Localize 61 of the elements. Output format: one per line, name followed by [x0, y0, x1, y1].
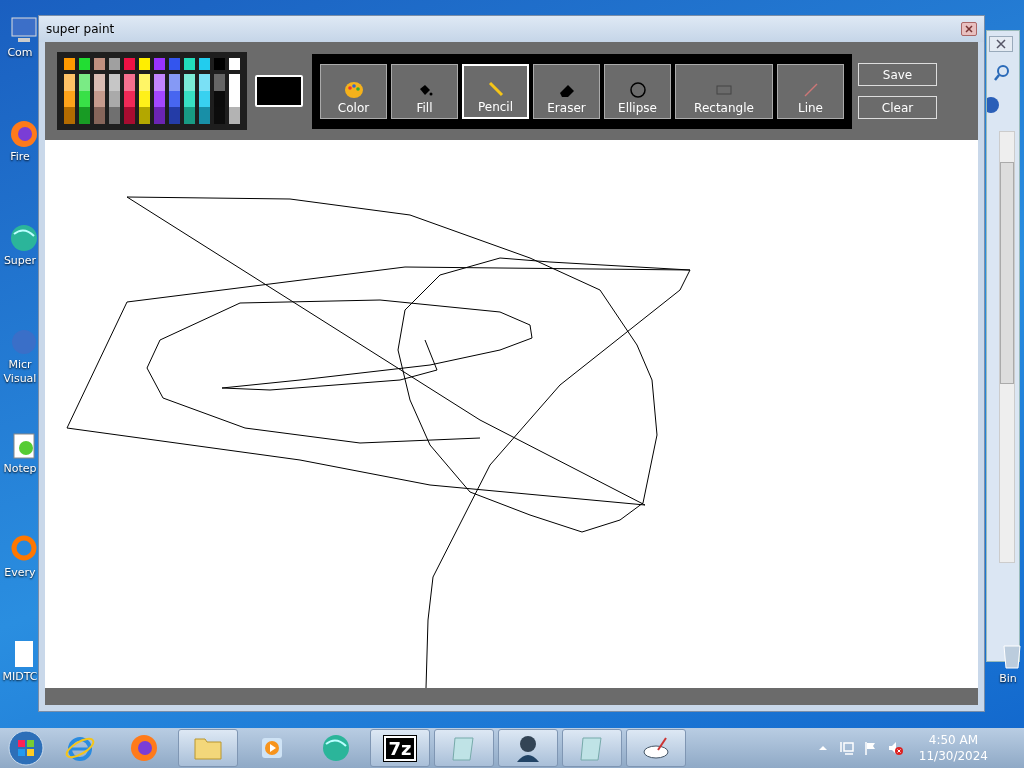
color-swatch[interactable]	[79, 58, 90, 70]
tool-button[interactable]: Fill	[391, 63, 458, 119]
icon-label: Fire	[10, 150, 30, 164]
tool-button[interactable]: Line	[777, 63, 844, 119]
shade-bar[interactable]	[214, 74, 225, 124]
color-swatch[interactable]	[154, 58, 165, 70]
shade-bar[interactable]	[109, 74, 120, 124]
tool-button[interactable]: Pencil	[462, 63, 529, 119]
shade-bar[interactable]	[64, 74, 75, 124]
close-icon[interactable]	[961, 22, 977, 36]
start-button[interactable]	[6, 728, 46, 768]
color-swatch[interactable]	[199, 58, 210, 70]
color-swatch[interactable]	[139, 58, 150, 70]
time-text: 4:50 AM	[928, 732, 979, 748]
tool-button[interactable]: Ellipse	[604, 63, 671, 119]
taskbar-button[interactable]	[498, 729, 558, 767]
color-swatch[interactable]	[64, 58, 75, 70]
icon-label: Notep	[3, 462, 37, 476]
tool-button[interactable]: Color	[320, 63, 387, 119]
icon-label: Every	[4, 566, 36, 580]
icon-label: Bin	[999, 672, 1017, 686]
shade-bar[interactable]	[169, 74, 180, 124]
color-swatch[interactable]	[94, 58, 105, 70]
muted-speaker-icon[interactable]	[886, 740, 903, 756]
action-button[interactable]: Save	[858, 63, 937, 86]
shade-bar[interactable]	[229, 74, 240, 124]
shade-bar[interactable]	[79, 74, 90, 124]
color-swatch[interactable]	[229, 58, 240, 70]
7z-label: 7z	[384, 735, 416, 761]
color-swatch[interactable]	[124, 58, 135, 70]
shade-bar[interactable]	[94, 74, 105, 124]
firefox-icon	[128, 732, 160, 764]
shade-bar[interactable]	[124, 74, 135, 124]
color-swatch[interactable]	[169, 58, 180, 70]
taskbar-button[interactable]	[626, 729, 686, 767]
icon-label: MIDTC	[2, 670, 38, 684]
icon-label: Super	[3, 254, 37, 268]
scrollbar[interactable]	[999, 131, 1015, 563]
date-text: 11/30/2024	[918, 748, 988, 764]
color-swatch[interactable]	[109, 58, 120, 70]
icon-label: Com	[7, 46, 33, 60]
tool-button[interactable]: Eraser	[533, 63, 600, 119]
shade-bar[interactable]	[184, 74, 195, 124]
action-button[interactable]: Clear	[858, 96, 937, 119]
shade-bar[interactable]	[154, 74, 165, 124]
shade-bar[interactable]	[139, 74, 150, 124]
icon-label: Micr	[8, 358, 32, 372]
taskbar-button[interactable]: 7z	[370, 729, 430, 767]
palette-icon	[343, 79, 364, 100]
globe-icon	[320, 732, 352, 764]
circle-icon	[627, 79, 648, 100]
window-title: super paint	[46, 22, 115, 36]
network-icon[interactable]	[838, 740, 855, 756]
firefox-icon[interactable]	[8, 118, 40, 150]
globe-icon[interactable]	[8, 222, 40, 254]
close-icon[interactable]	[989, 36, 1013, 52]
tool-button[interactable]: Rectangle	[675, 63, 773, 119]
shade-bar[interactable]	[199, 74, 210, 124]
color-swatch[interactable]	[214, 58, 225, 70]
color-swatch[interactable]	[184, 58, 195, 70]
icon-label: Visual	[3, 372, 37, 386]
